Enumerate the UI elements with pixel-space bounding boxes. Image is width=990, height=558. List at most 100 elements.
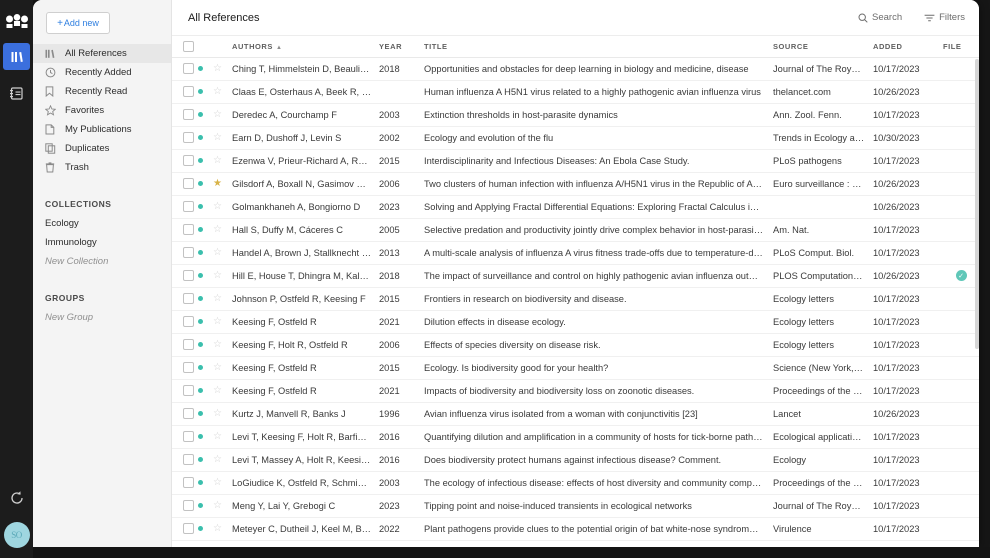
- read-status-cell[interactable]: [198, 172, 213, 196]
- row-checkbox[interactable]: [183, 86, 194, 97]
- row-checkbox-cell[interactable]: [172, 287, 198, 311]
- star-outline-icon[interactable]: ☆: [213, 247, 222, 258]
- read-status-cell[interactable]: [198, 425, 213, 449]
- unread-dot-icon[interactable]: [198, 135, 203, 140]
- row-checkbox[interactable]: [183, 523, 194, 534]
- table-row[interactable]: ☆ Meng Y, Lai Y, Grebogi C 2023 Tipping poi…: [172, 494, 979, 518]
- sidebar-item-trash[interactable]: Trash: [33, 158, 171, 177]
- read-status-cell[interactable]: [198, 494, 213, 518]
- row-checkbox-cell[interactable]: [172, 57, 198, 81]
- scrollbar-thumb[interactable]: [975, 59, 979, 349]
- row-checkbox-cell[interactable]: [172, 310, 198, 334]
- row-checkbox-cell[interactable]: [172, 517, 198, 541]
- sidebar-item-favorites[interactable]: Favorites: [33, 101, 171, 120]
- add-new-button[interactable]: + Add new: [46, 12, 110, 34]
- row-checkbox[interactable]: [183, 454, 194, 465]
- file-cell[interactable]: [943, 218, 979, 242]
- row-checkbox-cell[interactable]: [172, 333, 198, 357]
- read-status-cell[interactable]: [198, 126, 213, 150]
- file-cell[interactable]: [943, 425, 979, 449]
- table-row[interactable]: ☆ Keesing F, Holt R, Ostfeld R 2006 Effects…: [172, 333, 979, 357]
- column-title[interactable]: TITLE: [424, 36, 773, 58]
- vertical-scrollbar[interactable]: [975, 57, 979, 547]
- favorite-cell[interactable]: ☆: [213, 126, 232, 150]
- favorite-cell[interactable]: ☆: [213, 195, 232, 219]
- read-status-cell[interactable]: [198, 333, 213, 357]
- file-cell[interactable]: [943, 195, 979, 219]
- row-checkbox-cell[interactable]: [172, 425, 198, 449]
- avatar[interactable]: SO: [3, 522, 30, 548]
- row-checkbox-cell[interactable]: [172, 241, 198, 265]
- favorite-cell[interactable]: ☆: [213, 425, 232, 449]
- row-checkbox-cell[interactable]: [172, 471, 198, 495]
- pdf-file-icon[interactable]: ✓: [955, 270, 967, 282]
- read-status-cell[interactable]: [198, 218, 213, 242]
- unread-dot-icon[interactable]: [198, 319, 203, 324]
- row-checkbox-cell[interactable]: [172, 218, 198, 242]
- star-outline-icon[interactable]: ☆: [213, 454, 222, 465]
- file-cell[interactable]: [943, 241, 979, 265]
- table-row[interactable]: ☆ Golmankhaneh A, Bongiorno D 2023 Solving …: [172, 195, 979, 219]
- favorite-cell[interactable]: ☆: [213, 494, 232, 518]
- read-status-cell[interactable]: [198, 80, 213, 104]
- new-group-button[interactable]: New Group: [33, 308, 171, 327]
- star-outline-icon[interactable]: ☆: [213, 132, 222, 143]
- select-all-checkbox[interactable]: [183, 40, 194, 52]
- column-select-all[interactable]: [172, 36, 198, 58]
- table-row[interactable]: ☆ Levi T, Keesing F, Holt R, Barfie… 2016 Q…: [172, 425, 979, 449]
- file-cell[interactable]: [943, 517, 979, 541]
- star-outline-icon[interactable]: ☆: [213, 523, 222, 534]
- favorite-cell[interactable]: ☆: [213, 80, 232, 104]
- unread-dot-icon[interactable]: [198, 296, 203, 301]
- favorite-cell[interactable]: ☆: [213, 333, 232, 357]
- unread-dot-icon[interactable]: [198, 227, 203, 232]
- row-checkbox-cell[interactable]: [172, 149, 198, 173]
- star-outline-icon[interactable]: ☆: [213, 339, 222, 350]
- filters-button[interactable]: Filters: [924, 12, 965, 23]
- star-filled-icon[interactable]: ★: [213, 178, 222, 189]
- sidebar-item-my-publications[interactable]: My Publications: [33, 120, 171, 139]
- unread-dot-icon[interactable]: [198, 503, 203, 508]
- row-checkbox-cell[interactable]: [172, 195, 198, 219]
- favorite-cell[interactable]: ☆: [213, 287, 232, 311]
- read-status-cell[interactable]: [198, 471, 213, 495]
- file-cell[interactable]: [943, 402, 979, 426]
- table-row[interactable]: ☆ Hall S, Duffy M, Cáceres C 2005 Selective…: [172, 218, 979, 242]
- collection-item-ecology[interactable]: Ecology: [33, 214, 171, 233]
- file-cell[interactable]: [943, 287, 979, 311]
- row-checkbox[interactable]: [183, 132, 194, 143]
- file-cell[interactable]: [943, 172, 979, 196]
- favorite-cell[interactable]: ☆: [213, 448, 232, 472]
- unread-dot-icon[interactable]: [198, 480, 203, 485]
- read-status-cell[interactable]: [198, 287, 213, 311]
- table-row[interactable]: ☆ Earn D, Dushoff J, Levin S 2002 Ecology a…: [172, 126, 979, 150]
- row-checkbox[interactable]: [183, 477, 194, 488]
- unread-dot-icon[interactable]: [198, 273, 203, 278]
- unread-dot-icon[interactable]: [198, 158, 203, 163]
- unread-dot-icon[interactable]: [198, 89, 203, 94]
- row-checkbox[interactable]: [183, 362, 194, 373]
- column-source[interactable]: SOURCE: [773, 36, 873, 58]
- favorite-cell[interactable]: ★: [213, 172, 232, 196]
- row-checkbox-cell[interactable]: [172, 80, 198, 104]
- row-checkbox[interactable]: [183, 178, 194, 189]
- unread-dot-icon[interactable]: [198, 411, 203, 416]
- column-year[interactable]: YEAR: [379, 36, 424, 58]
- row-checkbox[interactable]: [183, 155, 194, 166]
- favorite-cell[interactable]: ☆: [213, 310, 232, 334]
- star-outline-icon[interactable]: ☆: [213, 362, 222, 373]
- file-cell[interactable]: [943, 333, 979, 357]
- read-status-cell[interactable]: [198, 310, 213, 334]
- favorite-cell[interactable]: ☆: [213, 356, 232, 380]
- sidebar-item-recently-added[interactable]: Recently Added: [33, 63, 171, 82]
- row-checkbox[interactable]: [183, 270, 194, 281]
- star-outline-icon[interactable]: ☆: [213, 408, 222, 419]
- file-cell[interactable]: [943, 149, 979, 173]
- row-checkbox[interactable]: [183, 431, 194, 442]
- read-status-cell[interactable]: [198, 195, 213, 219]
- file-cell[interactable]: [943, 103, 979, 127]
- read-status-cell[interactable]: [198, 402, 213, 426]
- row-checkbox[interactable]: [183, 293, 194, 304]
- star-outline-icon[interactable]: ☆: [213, 63, 222, 74]
- star-outline-icon[interactable]: ☆: [213, 224, 222, 235]
